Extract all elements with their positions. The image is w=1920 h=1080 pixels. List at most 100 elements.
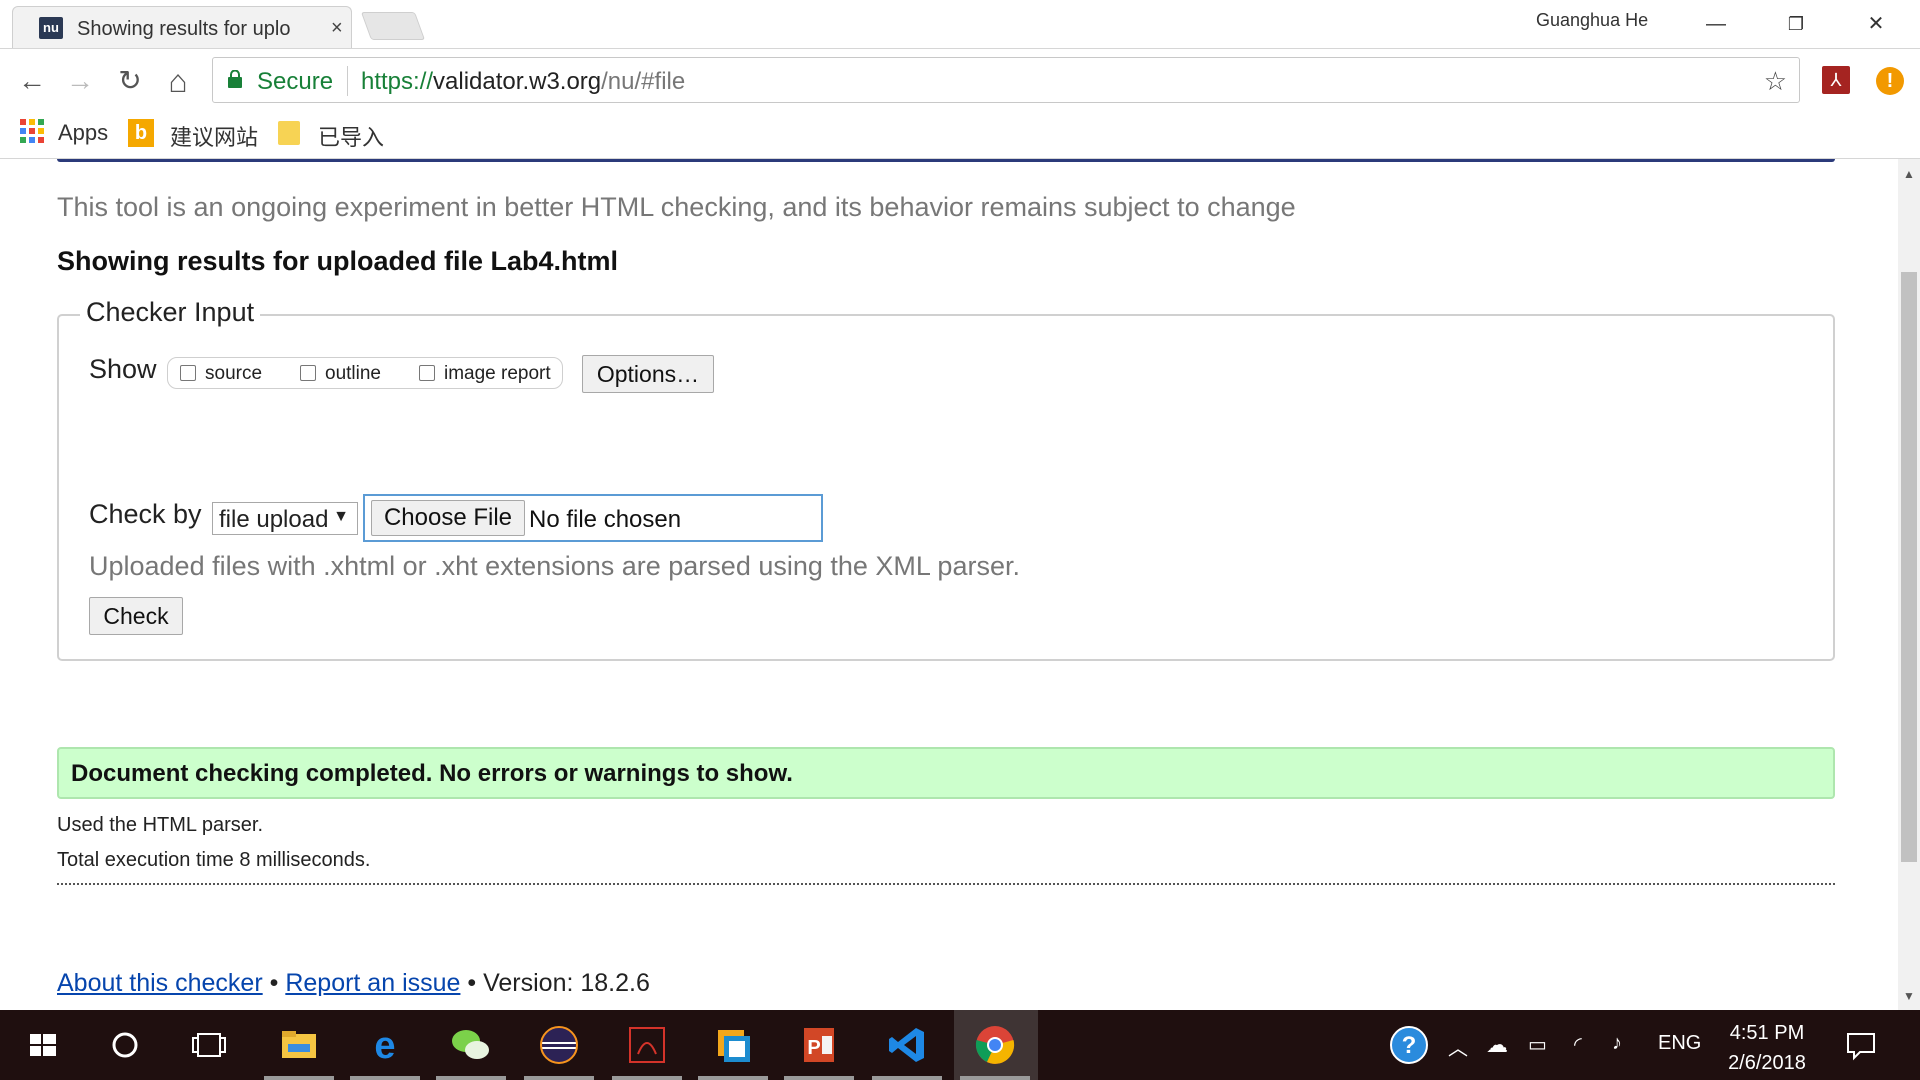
browser-tab-active[interactable]: nu Showing results for uplo × bbox=[12, 6, 352, 48]
vertical-scrollbar[interactable]: ▲ ▼ bbox=[1898, 159, 1920, 1010]
url-path: /nu/#file bbox=[601, 68, 686, 95]
svg-text:e: e bbox=[374, 1025, 395, 1067]
edge-icon[interactable]: e bbox=[362, 1022, 408, 1068]
acrobat-icon[interactable] bbox=[624, 1022, 670, 1068]
check-by-value: file upload bbox=[219, 506, 329, 533]
pdf-extension-icon[interactable]: ⅄ bbox=[1822, 66, 1850, 94]
action-center-icon[interactable] bbox=[1838, 1022, 1884, 1068]
success-message: Document checking completed. No errors o… bbox=[71, 760, 793, 787]
svg-text:?: ? bbox=[1402, 1032, 1417, 1059]
warning-extension-icon[interactable]: ! bbox=[1876, 67, 1904, 95]
minimize-icon[interactable]: — bbox=[1686, 6, 1746, 42]
bookmark-suggested-sites[interactable]: 建议网站 bbox=[170, 120, 258, 152]
bookmark-star-icon[interactable]: ☆ bbox=[1764, 66, 1787, 97]
footer-separator-2: • bbox=[460, 969, 484, 997]
checker-input-legend: Checker Input bbox=[80, 297, 261, 328]
help-icon[interactable]: ? bbox=[1386, 1022, 1432, 1068]
vmware-icon[interactable] bbox=[710, 1022, 756, 1068]
tab-close-icon[interactable]: × bbox=[331, 17, 343, 40]
windows-taskbar: e P ? ︿ ☁ ▭ ◜ ♪ ENG 4:51 PM 2/6/2018 bbox=[0, 1010, 1920, 1080]
bookmark-apps[interactable]: Apps bbox=[58, 120, 108, 146]
wifi-icon[interactable]: ◜ bbox=[1574, 1032, 1582, 1057]
forward-arrow-icon[interactable]: → bbox=[62, 63, 98, 99]
no-file-chosen-text: No file chosen bbox=[529, 506, 682, 533]
powerpoint-icon[interactable]: P bbox=[796, 1022, 842, 1068]
url-scheme: https:// bbox=[361, 68, 434, 95]
system-clock[interactable]: 4:51 PM 2/6/2018 bbox=[1712, 1018, 1822, 1078]
taskbar-running-indicator bbox=[436, 1076, 506, 1080]
address-bar[interactable]: Secure https://validator.w3.org/nu/#file… bbox=[212, 57, 1800, 103]
folder-icon bbox=[278, 121, 300, 145]
outline-checkbox[interactable] bbox=[300, 365, 316, 381]
taskbar-running-indicator bbox=[350, 1076, 420, 1080]
taskbar-running-indicator bbox=[784, 1076, 854, 1080]
choose-file-button[interactable]: Choose File bbox=[371, 500, 525, 536]
new-tab-button[interactable] bbox=[360, 12, 426, 40]
show-label: Show bbox=[89, 354, 157, 384]
validator-favicon-icon: nu bbox=[39, 17, 63, 39]
tagline: This tool is an ongoing experiment in be… bbox=[57, 192, 1296, 222]
about-checker-link[interactable]: About this checker bbox=[57, 969, 263, 997]
taskbar-running-indicator bbox=[960, 1076, 1030, 1080]
file-upload-input[interactable]: Choose File No file chosen bbox=[363, 494, 823, 542]
browser-toolbar: ← → ↻ ⌂ Secure https://validator.w3.org/… bbox=[0, 49, 1920, 111]
back-arrow-icon[interactable]: ← bbox=[14, 63, 50, 99]
svg-text:P: P bbox=[807, 1037, 820, 1059]
input-language[interactable]: ENG bbox=[1658, 1032, 1701, 1055]
image-report-checkbox-label[interactable]: image report bbox=[444, 363, 551, 385]
source-checkbox-label[interactable]: source bbox=[205, 363, 262, 385]
vscode-icon[interactable] bbox=[884, 1022, 930, 1068]
taskbar-running-indicator bbox=[612, 1076, 682, 1080]
tab-title: Showing results for uplo bbox=[77, 18, 291, 40]
reload-icon[interactable]: ↻ bbox=[112, 63, 148, 99]
cortana-icon[interactable] bbox=[102, 1022, 148, 1068]
show-hidden-icons-chevron-icon[interactable]: ︿ bbox=[1448, 1032, 1468, 1061]
scroll-up-icon[interactable]: ▲ bbox=[1903, 167, 1915, 181]
scroll-down-icon[interactable]: ▼ bbox=[1903, 989, 1915, 1003]
execution-time-text: Total execution time 8 milliseconds. bbox=[57, 849, 371, 871]
report-issue-link[interactable]: Report an issue bbox=[285, 969, 460, 997]
dotted-divider bbox=[57, 883, 1835, 885]
parser-note: Uploaded files with .xhtml or .xht exten… bbox=[89, 551, 1020, 581]
options-button[interactable]: Options… bbox=[582, 355, 714, 393]
check-button[interactable]: Check bbox=[89, 597, 183, 635]
url-host: validator.w3.org bbox=[433, 68, 602, 95]
task-view-icon[interactable] bbox=[186, 1022, 232, 1068]
taskbar-running-indicator bbox=[872, 1076, 942, 1080]
windows-start-icon[interactable] bbox=[20, 1022, 66, 1068]
check-by-select[interactable]: file upload ▼ bbox=[212, 502, 358, 535]
home-icon[interactable]: ⌂ bbox=[160, 63, 196, 99]
clock-date: 2/6/2018 bbox=[1728, 1052, 1806, 1074]
url-text[interactable]: https://validator.w3.org/nu/#file bbox=[361, 68, 685, 96]
outline-checkbox-label[interactable]: outline bbox=[325, 363, 381, 385]
battery-icon[interactable]: ▭ bbox=[1528, 1032, 1547, 1057]
restore-icon[interactable]: ❐ bbox=[1766, 6, 1826, 42]
window-close-icon[interactable]: ✕ bbox=[1846, 6, 1906, 42]
bookmark-imported[interactable]: 已导入 bbox=[318, 120, 384, 152]
eclipse-icon[interactable] bbox=[536, 1022, 582, 1068]
source-checkbox[interactable] bbox=[180, 365, 196, 381]
taskbar-running-indicator bbox=[698, 1076, 768, 1080]
success-banner: Document checking completed. No errors o… bbox=[57, 747, 1835, 799]
image-report-checkbox[interactable] bbox=[419, 365, 435, 381]
file-explorer-icon[interactable] bbox=[276, 1022, 322, 1068]
show-options-group: source outline image report bbox=[167, 357, 563, 389]
footer: About this checker • Report an issue • V… bbox=[57, 969, 650, 998]
footer-separator: • bbox=[262, 969, 286, 997]
volume-icon[interactable]: ♪ bbox=[1612, 1032, 1622, 1055]
scrollbar-thumb[interactable] bbox=[1901, 272, 1917, 862]
lock-icon bbox=[228, 70, 242, 88]
version-text: Version: 18.2.6 bbox=[483, 969, 650, 997]
bookmarks-bar: Apps b 建议网站 已导入 bbox=[0, 111, 1920, 159]
check-by-label: Check by bbox=[89, 499, 202, 529]
apps-grid-icon[interactable] bbox=[20, 119, 44, 143]
header-rule bbox=[57, 159, 1835, 162]
onedrive-cloud-icon[interactable]: ☁ bbox=[1486, 1032, 1508, 1058]
chrome-icon[interactable] bbox=[972, 1022, 1018, 1068]
taskbar-running-indicator bbox=[524, 1076, 594, 1080]
clock-time: 4:51 PM bbox=[1729, 1022, 1805, 1044]
profile-name[interactable]: Guanghua He bbox=[1536, 10, 1648, 31]
url-divider bbox=[347, 66, 348, 96]
wechat-icon[interactable] bbox=[448, 1022, 494, 1068]
secure-label: Secure bbox=[257, 68, 334, 95]
